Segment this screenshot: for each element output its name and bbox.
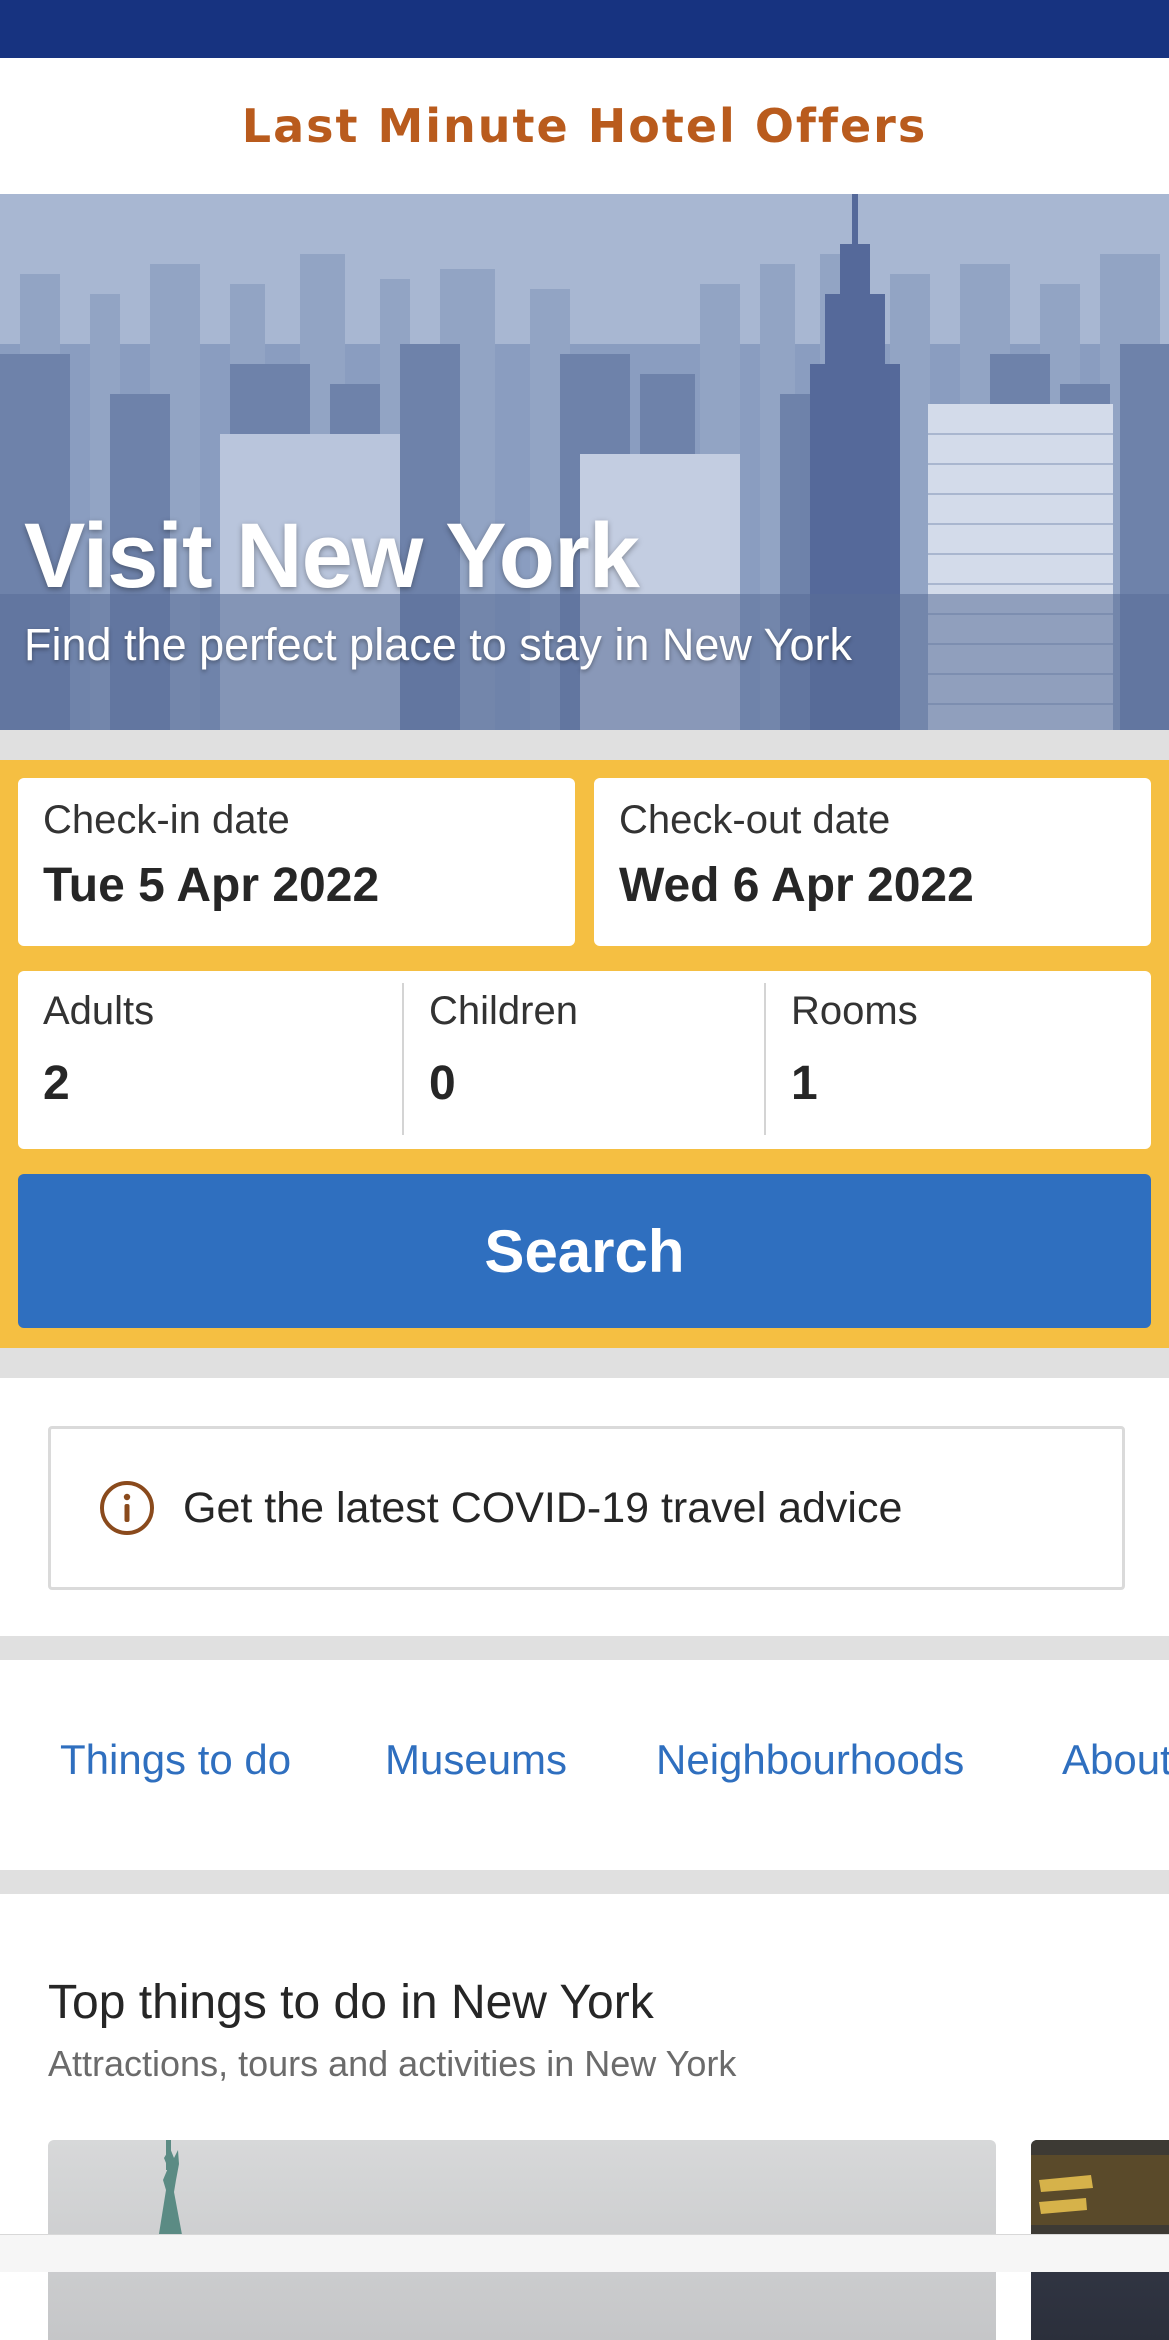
covid-advice-notice[interactable]: Get the latest COVID-19 travel advice [48, 1426, 1125, 1590]
checkout-value: Wed 6 Apr 2022 [619, 859, 974, 912]
tab-museums[interactable]: Museums [385, 1736, 567, 1784]
adults-label: Adults [43, 989, 155, 1033]
checkout-label: Check-out date [619, 798, 891, 842]
children-value: 0 [429, 1057, 456, 1110]
children-field[interactable]: Children 0 [404, 971, 764, 1149]
adults-value: 2 [43, 1057, 70, 1110]
info-circle-icon [100, 1481, 154, 1535]
statue-of-liberty-image [158, 2140, 183, 2240]
search-panel: Check-in date Tue 5 Apr 2022 Check-out d… [0, 760, 1169, 1348]
hero-banner: Visit New York Find the perfect place to… [0, 194, 1169, 730]
children-label: Children [429, 989, 578, 1033]
divider [0, 1636, 1169, 1660]
checkin-date-field[interactable]: Check-in date Tue 5 Apr 2022 [18, 778, 575, 946]
covid-advice-text: Get the latest COVID-19 travel advice [183, 1483, 903, 1532]
section-subtitle: Attractions, tours and activities in New… [48, 2043, 737, 2084]
hero-title: Visit New York [24, 505, 640, 607]
search-button[interactable]: Search [18, 1174, 1151, 1328]
divider [0, 730, 1169, 760]
divider [0, 1348, 1169, 1378]
attraction-image-2 [1031, 2140, 1169, 2240]
tab-neighbourhoods[interactable]: Neighbourhoods [656, 1736, 964, 1784]
browser-bottom-bar [0, 2234, 1169, 2272]
checkin-label: Check-in date [43, 798, 290, 842]
section-title: Top things to do in New York [48, 1976, 654, 2029]
rooms-field[interactable]: Rooms 1 [766, 971, 1151, 1149]
rooms-label: Rooms [791, 989, 918, 1033]
tab-about[interactable]: About [1062, 1736, 1169, 1784]
site-header: Last Minute Hotel Offers [0, 58, 1169, 195]
status-bar [0, 0, 1169, 58]
adults-field[interactable]: Adults 2 [18, 971, 402, 1149]
hero-subtitle: Find the perfect place to stay in New Yo… [24, 619, 852, 670]
rooms-value: 1 [791, 1057, 818, 1110]
checkin-value: Tue 5 Apr 2022 [43, 859, 380, 912]
guests-selector: Adults 2 Children 0 Rooms 1 [18, 971, 1151, 1149]
checkout-date-field[interactable]: Check-out date Wed 6 Apr 2022 [594, 778, 1151, 946]
section-nav: Things to do Museums Neighbourhoods Abou… [0, 1660, 1169, 1870]
tab-things-to-do[interactable]: Things to do [60, 1736, 291, 1784]
divider [0, 1870, 1169, 1894]
site-logo[interactable]: Last Minute Hotel Offers [242, 99, 927, 153]
